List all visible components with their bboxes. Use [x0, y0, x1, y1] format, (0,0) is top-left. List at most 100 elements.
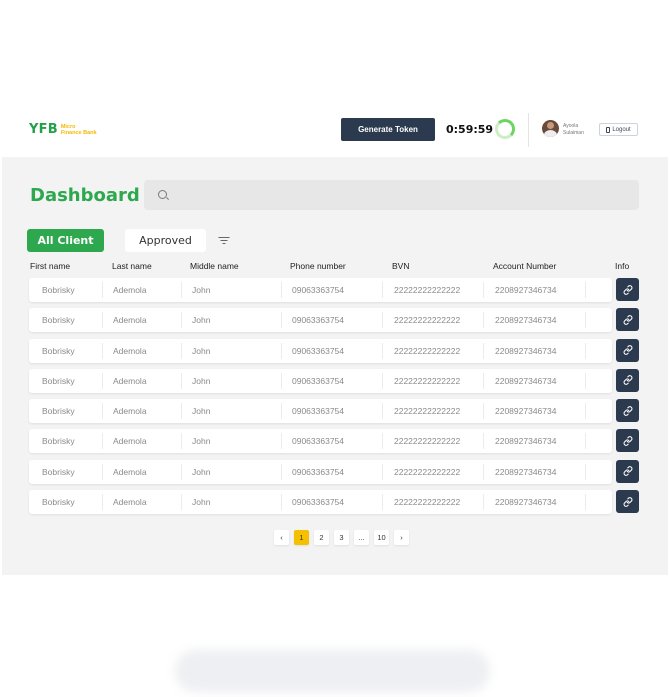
cell-last-name: Ademola: [113, 375, 147, 386]
cell-bvn: 22222222222222: [394, 315, 461, 326]
logo[interactable]: YFB Micro Finance Bank: [29, 122, 97, 137]
table-row[interactable]: Bobrisky Ademola John 09063363754 2222222222…: [29, 459, 643, 484]
dashboard-main: Dashboard All Client Approved First name…: [2, 157, 668, 575]
cell-bvn: 22222222222222: [394, 406, 461, 417]
cell-divider: [382, 433, 383, 450]
cell-divider: [483, 463, 484, 480]
logout-icon: [606, 126, 611, 133]
row-card: Bobrisky Ademola John 09063363754 2222222222…: [29, 459, 612, 484]
info-link-button[interactable]: [616, 308, 639, 332]
info-link-button[interactable]: [616, 429, 639, 453]
col-bvn[interactable]: BVN: [392, 261, 409, 271]
filter-icon[interactable]: [218, 236, 229, 245]
cell-divider: [102, 282, 103, 298]
logout-button[interactable]: Logout: [599, 123, 638, 136]
cell-divider: [102, 342, 103, 359]
link-icon: [623, 314, 632, 325]
cell-middle-name: John: [192, 315, 211, 326]
table-row[interactable]: Bobrisky Ademola John 09063363754 2222222222…: [29, 429, 643, 454]
table-row[interactable]: Bobrisky Ademola John 09063363754 2222222222…: [29, 399, 643, 424]
cell-divider: [585, 494, 586, 511]
col-first-name[interactable]: First name: [30, 261, 70, 271]
info-link-button[interactable]: [616, 459, 639, 483]
cell-last-name: Ademola: [113, 436, 147, 447]
cell-last-name: Ademola: [113, 406, 147, 417]
info-link-button[interactable]: [616, 490, 639, 514]
cell-first-name: Bobrisky: [42, 466, 75, 477]
top-header: YFB Micro Finance Bank Generate Token 0:…: [0, 107, 670, 157]
page-button-3[interactable]: 3: [334, 530, 349, 545]
cell-middle-name: John: [192, 285, 211, 295]
cell-divider: [102, 433, 103, 450]
cell-first-name: Bobrisky: [42, 375, 75, 386]
cell-divider: [483, 372, 484, 389]
tab-approved[interactable]: Approved: [125, 229, 206, 252]
page-button-1[interactable]: 1: [294, 530, 309, 545]
cell-account-number: 2208927346734: [495, 466, 557, 477]
cell-last-name: Ademola: [113, 345, 147, 356]
cell-middle-name: John: [192, 345, 211, 356]
cell-last-name: Ademola: [113, 315, 147, 326]
cell-divider: [483, 494, 484, 511]
cell-phone-number: 09063363754: [292, 375, 345, 386]
cell-divider: [102, 494, 103, 511]
search-input[interactable]: [174, 184, 629, 206]
tab-all-client[interactable]: All Client: [27, 229, 104, 252]
cell-divider: [585, 312, 586, 329]
table-row[interactable]: Bobrisky Ademola John 09063363754 2222222222…: [29, 338, 643, 363]
cell-divider: [181, 433, 182, 450]
generate-token-button[interactable]: Generate Token: [341, 118, 435, 141]
info-link-button[interactable]: [616, 278, 639, 301]
info-link-button[interactable]: [616, 399, 639, 423]
col-phone-number[interactable]: Phone number: [290, 261, 346, 271]
cell-divider: [382, 372, 383, 389]
cell-account-number: 2208927346734: [495, 497, 557, 508]
row-card: Bobrisky Ademola John 09063363754 2222222222…: [29, 338, 612, 363]
cell-bvn: 22222222222222: [394, 345, 461, 356]
cell-divider: [483, 312, 484, 329]
col-account-number[interactable]: Account Number: [493, 261, 556, 271]
client-table-body: Bobrisky Ademola John 09063363754 2222222222…: [29, 278, 643, 520]
cell-phone-number: 09063363754: [292, 497, 345, 508]
link-icon: [623, 284, 632, 295]
row-card: Bobrisky Ademola John 09063363754 2222222222…: [29, 429, 612, 454]
col-last-name[interactable]: Last name: [112, 261, 152, 271]
cell-divider: [181, 403, 182, 420]
cell-bvn: 22222222222222: [394, 466, 461, 477]
row-card: Bobrisky Ademola John 09063363754 2222222222…: [29, 278, 612, 302]
prev-page-button[interactable]: ‹: [274, 530, 289, 545]
cell-first-name: Bobrisky: [42, 345, 75, 356]
cell-divider: [281, 433, 282, 450]
link-icon: [623, 496, 632, 507]
logo-subtitle: Micro Finance Bank: [61, 124, 97, 136]
row-card: Bobrisky Ademola John 09063363754 2222222222…: [29, 490, 612, 515]
table-row[interactable]: Bobrisky Ademola John 09063363754 2222222222…: [29, 308, 643, 333]
cell-divider: [181, 342, 182, 359]
next-page-button[interactable]: ›: [394, 530, 409, 545]
table-header: First name Last name Middle name Phone n…: [2, 261, 668, 275]
avatar[interactable]: [542, 120, 559, 137]
cell-divider: [382, 463, 383, 480]
table-row[interactable]: Bobrisky Ademola John 09063363754 2222222222…: [29, 490, 643, 515]
cell-divider: [585, 403, 586, 420]
cell-account-number: 2208927346734: [495, 406, 557, 417]
logo-mark: YFB: [29, 122, 58, 137]
cell-divider: [585, 463, 586, 480]
cell-phone-number: 09063363754: [292, 406, 345, 417]
page-button-10[interactable]: 10: [374, 530, 389, 545]
user-name[interactable]: Ayoola Sulaiman: [563, 123, 584, 136]
page-button-2[interactable]: 2: [314, 530, 329, 545]
table-row[interactable]: Bobrisky Ademola John 09063363754 2222222222…: [29, 278, 643, 302]
table-row[interactable]: Bobrisky Ademola John 09063363754 2222222222…: [29, 368, 643, 393]
cell-account-number: 2208927346734: [495, 345, 557, 356]
cell-divider: [281, 463, 282, 480]
info-link-button[interactable]: [616, 368, 639, 392]
cell-phone-number: 09063363754: [292, 315, 345, 326]
page-ellipsis: ...: [354, 530, 369, 545]
cell-divider: [382, 494, 383, 511]
info-link-button[interactable]: [616, 338, 639, 362]
col-middle-name[interactable]: Middle name: [190, 261, 239, 271]
cell-divider: [382, 282, 383, 298]
countdown-timer: 0:59:59: [446, 123, 494, 136]
cell-phone-number: 09063363754: [292, 345, 345, 356]
